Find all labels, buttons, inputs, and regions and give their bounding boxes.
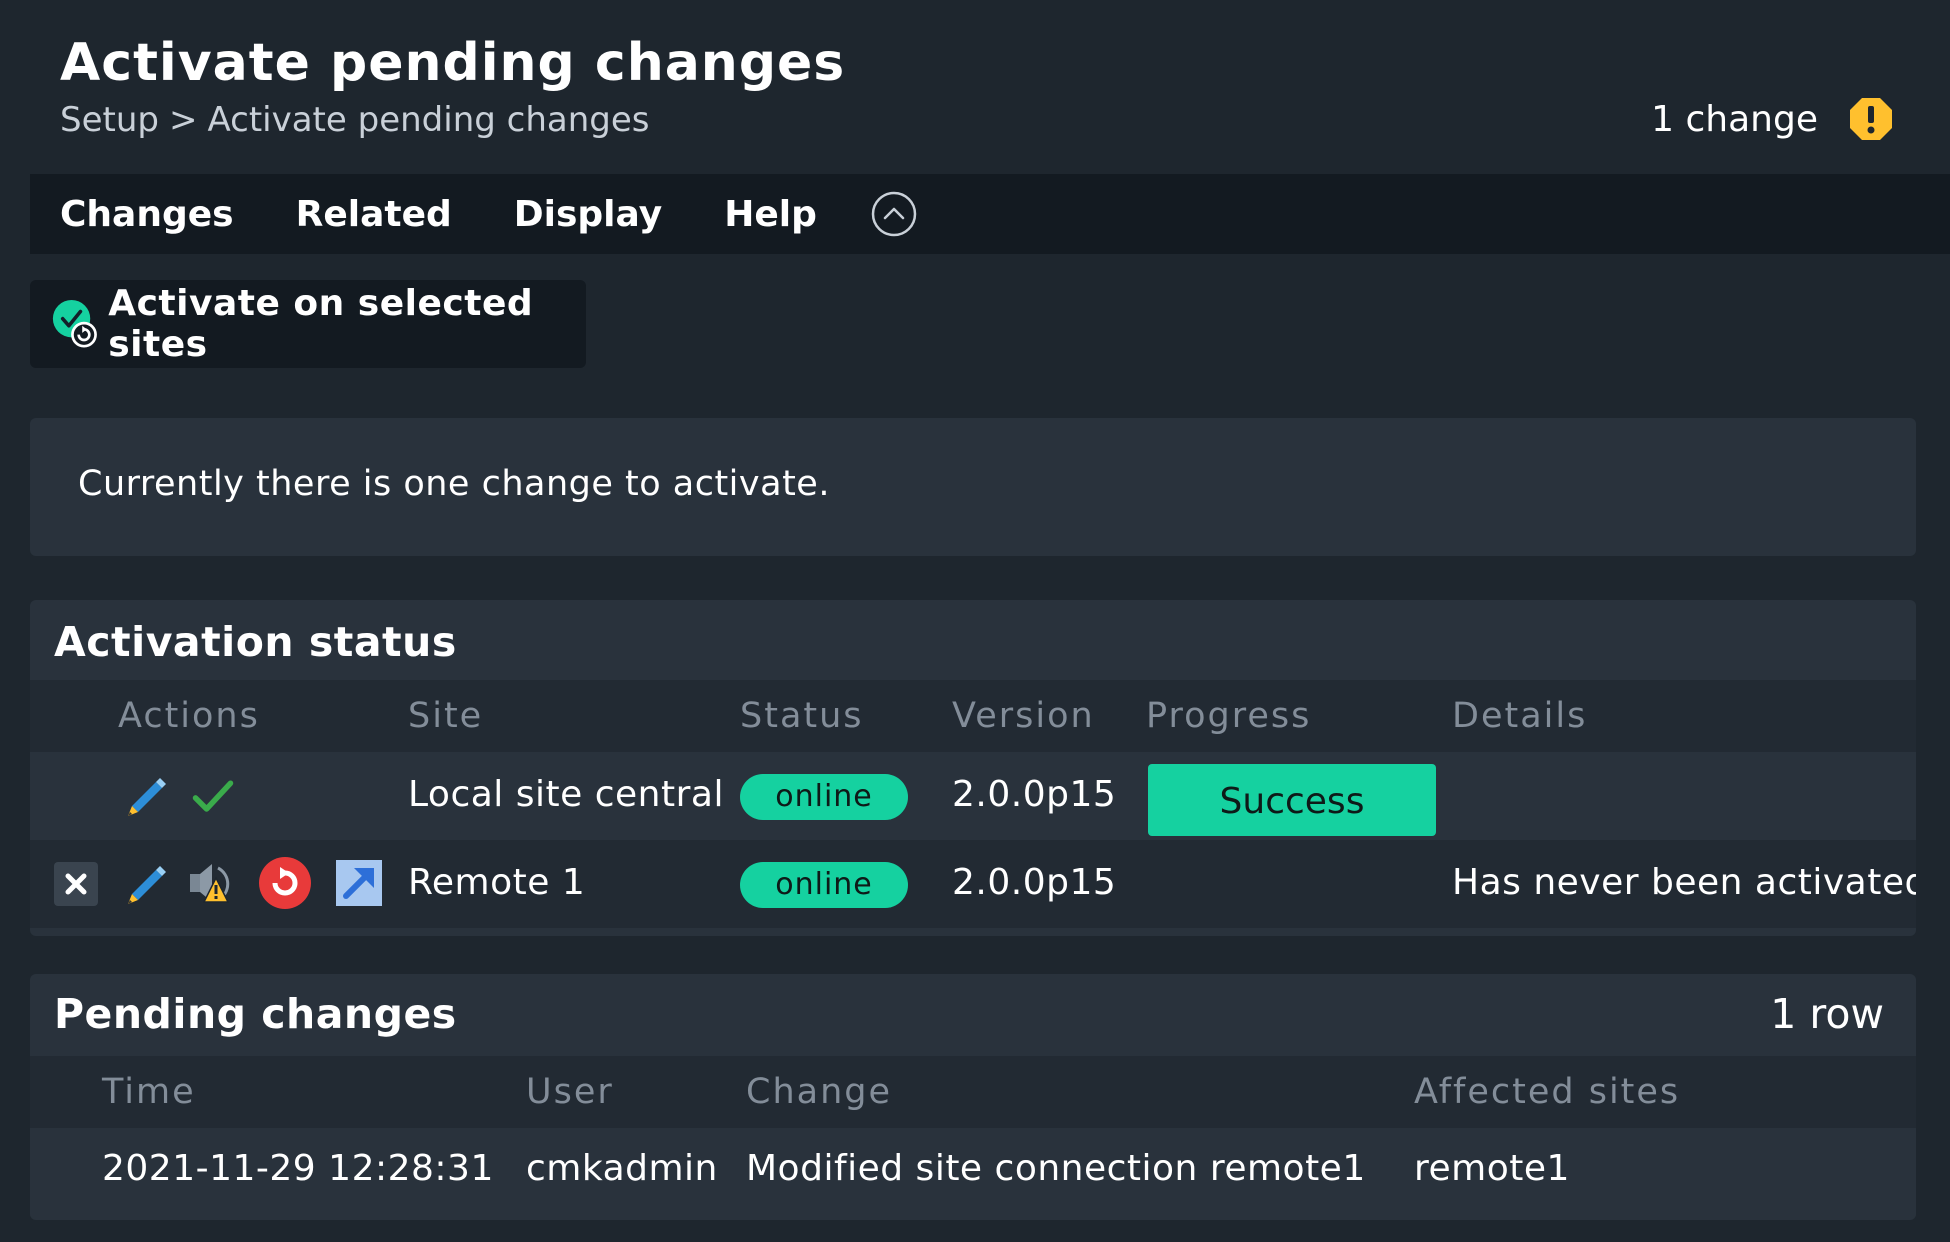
activation-status-header: Actions Site Status Version Progress Det…	[30, 680, 1916, 752]
breadcrumb-setup[interactable]: Setup	[60, 100, 159, 140]
column-header-site: Site	[408, 696, 484, 736]
activate-check-icon	[52, 299, 97, 348]
menu-help[interactable]: Help	[724, 194, 817, 235]
column-header-change: Change	[746, 1072, 893, 1112]
site-details: Has never been activated	[1452, 862, 1916, 903]
menu-related[interactable]: Related	[296, 194, 452, 235]
activate-on-selected-sites-button[interactable]: Activate on selected sites	[30, 280, 586, 368]
ok-check-icon	[192, 780, 234, 812]
breadcrumb-separator: >	[168, 100, 198, 140]
pending-changes-header: Time User Change Affected sites	[30, 1056, 1916, 1128]
column-header-user: User	[526, 1072, 614, 1112]
activation-status-panel: Activation status Actions Site Status Ve…	[30, 600, 1916, 936]
status-badge: online	[740, 774, 908, 820]
pending-change-counter[interactable]: 1 change	[1651, 96, 1894, 142]
pending-changes-title: Pending changes	[54, 990, 457, 1038]
edit-pencil-icon[interactable]	[122, 772, 172, 822]
edit-pencil-icon[interactable]	[122, 860, 172, 910]
change-description: Modified site connection remote1	[746, 1148, 1366, 1189]
warning-icon	[1850, 98, 1892, 140]
page-header: Activate pending changes Setup > Activate …	[60, 28, 845, 140]
restart-icon[interactable]	[258, 856, 312, 910]
progress-bar: Success	[1148, 764, 1436, 836]
chevron-up-circle-icon[interactable]	[871, 191, 917, 237]
site-version: 2.0.0p15	[952, 774, 1117, 815]
info-message-box: Currently there is one change to activat…	[30, 418, 1916, 556]
site-name: Remote 1	[408, 862, 586, 903]
breadcrumb-activate-pending-changes[interactable]: Activate pending changes	[207, 100, 649, 140]
activation-status-title: Activation status	[54, 618, 457, 666]
column-header-version: Version	[952, 696, 1095, 736]
remove-x-icon[interactable]	[54, 862, 98, 906]
column-header-details: Details	[1452, 696, 1588, 736]
table-row: Local site central online 2.0.0p15 Succe…	[30, 752, 1916, 840]
table-row: 2021-11-29 12:28:31 cmkadmin Modified si…	[30, 1128, 1916, 1216]
activate-button-label: Activate on selected sites	[108, 283, 534, 365]
column-header-actions: Actions	[118, 696, 260, 736]
pending-changes-panel: Pending changes 1 row Time User Change A…	[30, 974, 1916, 1220]
open-link-icon[interactable]	[336, 860, 382, 906]
site-version: 2.0.0p15	[952, 862, 1117, 903]
column-header-time: Time	[102, 1072, 196, 1112]
change-count-label: 1 change	[1651, 98, 1818, 140]
menu-bar: Changes Related Display Help	[30, 174, 1950, 254]
menu-display[interactable]: Display	[514, 194, 662, 235]
change-user: cmkadmin	[526, 1148, 718, 1189]
row-count: 1 row	[1770, 990, 1884, 1038]
column-header-affected-sites: Affected sites	[1414, 1072, 1681, 1112]
column-header-progress: Progress	[1146, 696, 1312, 736]
site-name: Local site central	[408, 774, 724, 815]
info-message: Currently there is one change to activat…	[78, 464, 830, 504]
change-time: 2021-11-29 12:28:31	[102, 1148, 494, 1189]
menu-changes[interactable]: Changes	[60, 194, 234, 235]
change-affected-sites: remote1	[1414, 1148, 1570, 1189]
status-badge: online	[740, 862, 908, 908]
breadcrumb: Setup > Activate pending changes	[60, 100, 845, 140]
column-header-status: Status	[740, 696, 864, 736]
page-title: Activate pending changes	[60, 33, 846, 93]
table-row: Remote 1 online 2.0.0p15 Has never been …	[30, 840, 1916, 928]
warning-volume-icon[interactable]	[186, 858, 238, 910]
